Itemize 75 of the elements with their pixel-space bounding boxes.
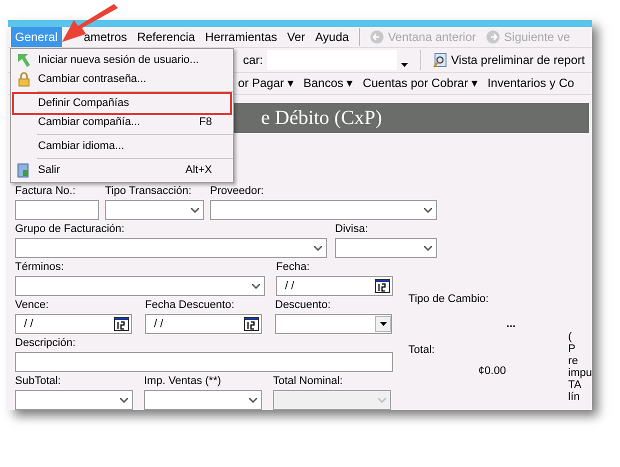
menu-entry[interactable]: Cambiar contraseña... xyxy=(14,70,230,89)
field-label: Fecha Descuento: xyxy=(145,299,236,312)
note-text: re xyxy=(568,355,579,367)
note-text: ( xyxy=(568,331,573,343)
date-field[interactable]: / / xyxy=(15,314,132,334)
total-value: ¢0.00 xyxy=(477,364,507,378)
menu-entry[interactable]: Cambiar idioma... xyxy=(14,137,230,156)
shortcut-text: Alt+X xyxy=(185,163,212,178)
menu-item[interactable]: Ver xyxy=(283,27,310,47)
field-label: Grupo de Facturación: xyxy=(15,223,126,236)
total-label: Total: xyxy=(408,343,436,358)
chevron-icon xyxy=(191,208,199,212)
chevron-icon xyxy=(424,246,432,250)
menu-entry[interactable]: Cambiar compañía... F8 xyxy=(14,113,230,132)
field-label: Vence: xyxy=(15,299,50,312)
combo-box[interactable] xyxy=(210,200,437,220)
field-label: Descuento: xyxy=(275,299,332,312)
exchange-value: ... xyxy=(505,316,517,332)
menu-entry[interactable]: Iniciar nueva sesión de usuario... xyxy=(14,51,230,70)
combo-box[interactable] xyxy=(15,390,133,410)
combo-box[interactable] xyxy=(15,238,327,258)
menu-item[interactable]: Referencia xyxy=(133,27,200,47)
input-field[interactable] xyxy=(15,352,393,372)
field-label: Términos: xyxy=(15,261,65,274)
preview-button[interactable]: Vista preliminar de report xyxy=(433,51,585,69)
magnifier-icon xyxy=(433,52,448,68)
input-field[interactable] xyxy=(15,200,99,220)
shortcut-text: F8 xyxy=(199,115,212,130)
module-menu[interactable]: or Pagar ▾ xyxy=(238,74,294,92)
chevron-icon xyxy=(314,246,322,250)
field-label: Tipo Transacción: xyxy=(105,185,192,198)
menu-entry[interactable]: Salir Alt+X xyxy=(14,161,230,180)
calendar-icon xyxy=(244,317,259,331)
module-menu[interactable]: Inventarios y Co xyxy=(487,74,574,92)
form-title: e Débito (CxP) xyxy=(261,106,382,131)
date-field[interactable]: / / xyxy=(145,314,262,334)
field-label: SubTotal: xyxy=(15,375,62,388)
caret-icon xyxy=(380,322,386,326)
chevron-icon xyxy=(120,398,128,402)
chevron-icon xyxy=(378,398,386,402)
menu-item[interactable]: Ayuda xyxy=(311,27,353,47)
combo-box[interactable] xyxy=(144,390,262,410)
note-text: TA xyxy=(568,379,582,391)
arrow-icon xyxy=(17,53,31,68)
field-label: Factura No.: xyxy=(15,185,77,198)
field-label: Imp. Ventas (**) xyxy=(144,375,222,388)
exchange-label: Tipo de Cambio: xyxy=(408,292,490,307)
date-field[interactable]: / / xyxy=(276,276,393,296)
chevron-icon xyxy=(252,284,260,288)
module-menu[interactable]: Bancos ▾ xyxy=(303,74,353,92)
combo-box[interactable] xyxy=(335,238,437,258)
field-label: Proveedor: xyxy=(210,185,265,198)
module-menu[interactable]: Cuentas por Cobrar ▾ xyxy=(362,74,478,92)
lock-icon xyxy=(17,72,31,87)
menu-item[interactable]: Herramientas xyxy=(201,27,282,47)
menu-entry[interactable]: Definir Compañías xyxy=(14,94,230,113)
combo-box[interactable] xyxy=(15,276,265,296)
field-label: Total Nominal: xyxy=(273,375,344,388)
note-text: lín xyxy=(568,391,581,403)
calendar-icon xyxy=(375,279,390,293)
chevron-icon xyxy=(424,208,432,212)
dropdown-field[interactable] xyxy=(275,314,392,334)
combo-box[interactable] xyxy=(105,200,204,220)
caret-icon xyxy=(401,63,408,67)
calendar-icon xyxy=(114,317,129,331)
dropdown-button[interactable] xyxy=(375,316,391,332)
note-text: impu xyxy=(568,367,592,379)
field-label: Divisa: xyxy=(335,223,370,236)
field-label: Descripción: xyxy=(15,337,77,350)
menu-item[interactable]: ametros xyxy=(80,27,132,47)
note-text: P xyxy=(568,343,576,355)
chevron-icon xyxy=(249,398,257,402)
door-icon xyxy=(17,163,31,178)
search-label: car: xyxy=(243,52,264,69)
field-label: Fecha: xyxy=(276,261,311,274)
